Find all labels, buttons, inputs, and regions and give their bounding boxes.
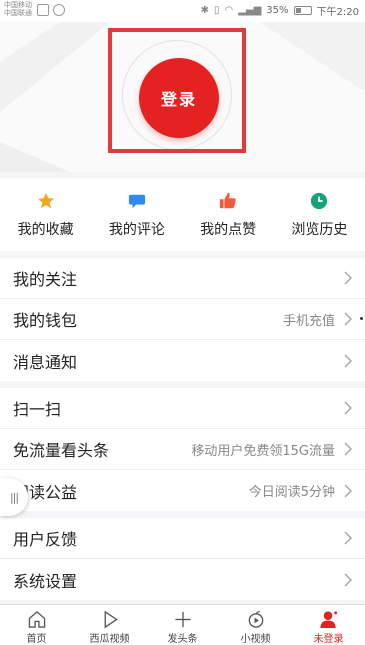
nav-label: 首页	[26, 634, 47, 645]
menu-group-1: 我的关注 我的钱包 手机充值 消息通知	[0, 258, 365, 381]
notification-icon	[37, 4, 49, 16]
quick-action-label: 我的点赞	[200, 222, 257, 238]
notification-icon	[53, 4, 65, 16]
star-icon	[37, 192, 54, 209]
quick-action-favorites[interactable]: 我的收藏	[0, 178, 91, 251]
menu-item-label: 用户反馈	[13, 530, 78, 549]
chevron-right-icon	[344, 572, 353, 587]
bottom-nav: 首页 西瓜视频 发头条 小视频 未登录	[0, 604, 365, 645]
carrier-line-2: 中国联通	[4, 9, 32, 17]
menu-item-hint: 移动用户免费领15G流量	[191, 443, 335, 459]
profile-header: 登录	[0, 22, 365, 172]
clock-icon	[311, 192, 328, 210]
battery-percent: 35%	[266, 5, 289, 16]
menu-item-label: 消息通知	[13, 352, 78, 372]
quick-action-history[interactable]: 浏览历史	[274, 178, 365, 251]
menu-item-hint: 手机充值	[282, 313, 335, 329]
nav-tab-short-video[interactable]: 小视频	[219, 605, 292, 645]
wifi-icon: ◠	[224, 5, 234, 16]
nav-tab-profile[interactable]: 未登录	[292, 605, 365, 645]
bluetooth-icon: ✱	[200, 5, 209, 16]
nav-tab-home[interactable]: 首页	[0, 605, 73, 645]
carrier-line-1: 中国移动	[4, 1, 32, 9]
carrier-info: 中国移动 中国联通	[4, 1, 32, 17]
quick-action-label: 浏览历史	[291, 222, 348, 238]
user-icon	[319, 611, 337, 629]
nav-tab-post[interactable]: 发头条	[146, 605, 219, 645]
menu-group-2: 扫一扫 免流量看头条 移动用户免费领15G流量 阅读公益 今日阅读5分钟	[0, 388, 365, 511]
quick-action-label: 我的收藏	[17, 222, 74, 238]
notification-icons	[37, 4, 65, 16]
menu-item-scan[interactable]: 扫一扫	[0, 388, 365, 429]
chevron-right-icon	[344, 353, 353, 368]
home-icon	[28, 611, 45, 628]
login-button[interactable]: 登录	[139, 58, 219, 138]
thumbs-up-icon	[220, 192, 236, 209]
chevron-right-icon	[344, 442, 353, 456]
vibrate-icon: ▯	[213, 5, 220, 16]
quick-action-label: 我的评论	[108, 222, 165, 238]
chevron-right-icon	[344, 483, 353, 498]
nav-tab-xigua-video[interactable]: 西瓜视频	[73, 605, 146, 645]
quick-action-comments[interactable]: 我的评论	[91, 178, 182, 251]
chevron-right-icon	[344, 312, 353, 326]
menu-item-reading-charity[interactable]: 阅读公益 今日阅读5分钟	[0, 470, 365, 511]
clock-time: 下午2:20	[316, 7, 359, 18]
nav-label: 西瓜视频	[89, 634, 130, 645]
handle-grip-icon: |||	[9, 490, 19, 504]
play-icon	[104, 610, 118, 629]
chevron-right-icon	[344, 401, 353, 415]
menu-item-label: 我的关注	[13, 270, 78, 289]
menu-item-label: 阅读公益	[13, 482, 78, 502]
menu-item-label: 免流量看头条	[13, 441, 110, 460]
menu-item-wallet[interactable]: 我的钱包 手机充值	[0, 299, 365, 340]
quick-actions: 我的收藏 我的评论 我的点赞 浏览历史	[0, 178, 365, 251]
menu-item-settings[interactable]: 系统设置	[0, 559, 365, 600]
nav-label: 未登录	[313, 634, 344, 645]
comment-icon	[128, 194, 145, 209]
nav-label: 小视频	[240, 634, 271, 645]
battery-icon	[293, 6, 312, 15]
quick-action-likes[interactable]: 我的点赞	[183, 178, 274, 251]
menu-item-label: 我的钱包	[13, 311, 78, 330]
menu-item-label: 系统设置	[13, 571, 78, 591]
plus-icon	[174, 611, 191, 628]
menu-item-hint: 今日阅读5分钟	[248, 485, 335, 500]
status-bar: 中国移动 中国联通 ✱ ▯ ◠ ▂▄▆ 35% 下午2:20	[0, 0, 365, 22]
menu-item-notifications[interactable]: 消息通知	[0, 340, 365, 381]
menu-item-label: 扫一扫	[13, 400, 62, 419]
nav-label: 发头条	[167, 634, 198, 645]
edge-dot	[360, 317, 363, 320]
menu-item-feedback[interactable]: 用户反馈	[0, 518, 365, 559]
menu-item-follows[interactable]: 我的关注	[0, 258, 365, 299]
chevron-right-icon	[344, 271, 353, 285]
menu-item-free-data[interactable]: 免流量看头条 移动用户免费领15G流量	[0, 429, 365, 470]
short-video-icon	[248, 611, 263, 628]
chevron-right-icon	[344, 531, 353, 545]
status-right: ✱ ▯ ◠ ▂▄▆ 35% 下午2:20	[201, 3, 359, 18]
signal-icon: ▂▄▆	[238, 5, 262, 16]
menu-group-3: 用户反馈 系统设置	[0, 518, 365, 600]
